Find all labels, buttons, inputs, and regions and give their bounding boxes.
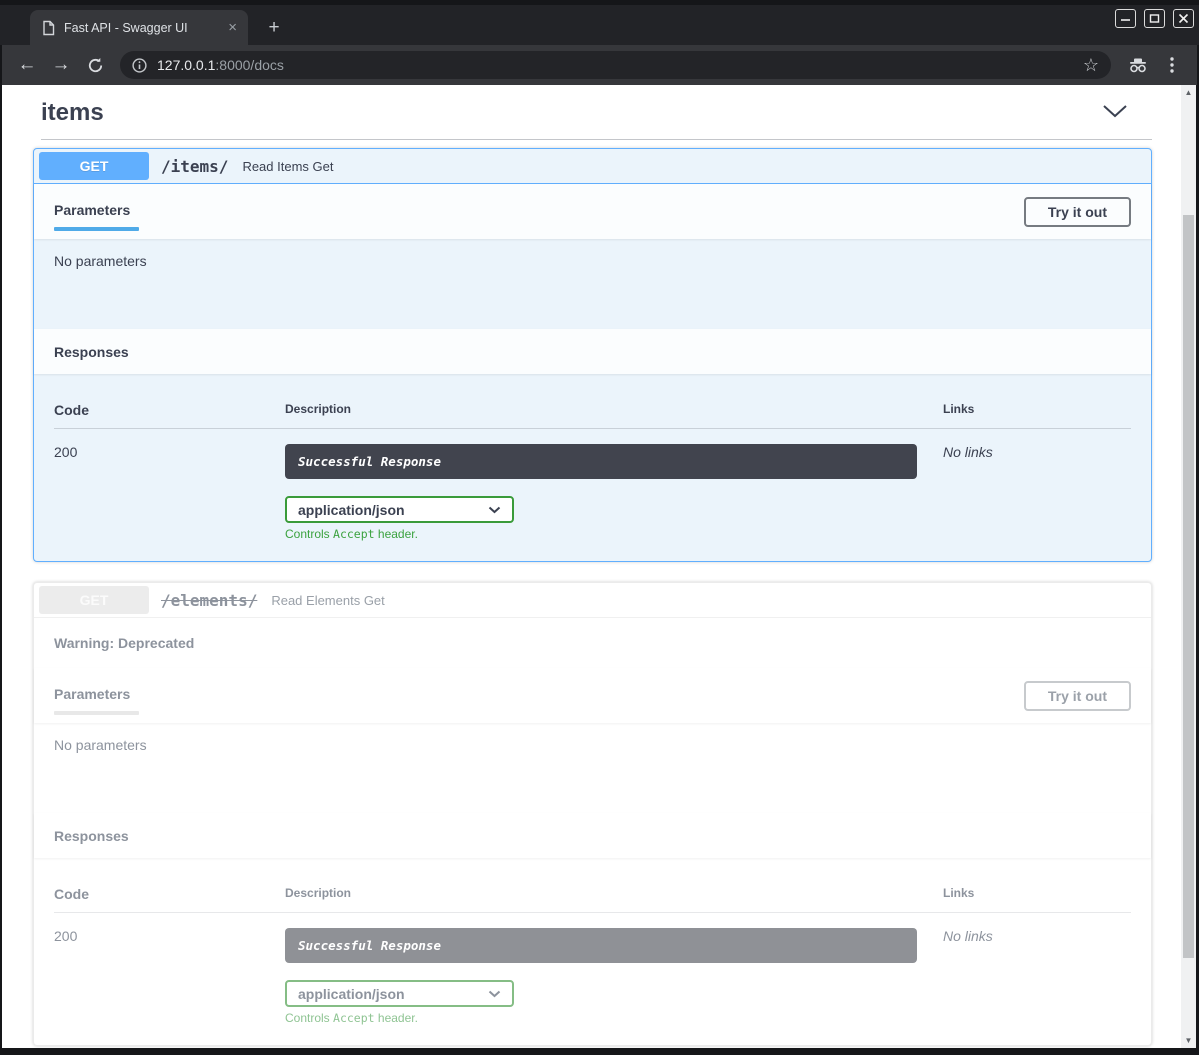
parameters-body: No parameters — [34, 723, 1151, 813]
active-tab-underline — [54, 711, 139, 715]
operation-summary[interactable]: GET /items/ Read Items Get — [34, 149, 1151, 184]
select-chevron-icon — [488, 506, 501, 514]
tab-close-icon[interactable]: × — [225, 20, 240, 35]
opblock-get-elements-deprecated: GET /elements/ Read Elements Get Warning… — [33, 582, 1152, 1046]
response-row-200: 200 Successful Response application/json… — [54, 429, 1131, 541]
response-description-box: Successful Response — [285, 928, 917, 963]
column-header-links: Links — [943, 886, 1131, 902]
window-controls — [1115, 9, 1194, 28]
response-links: No links — [943, 928, 1131, 1025]
operation-summary-text: Read Elements Get — [271, 593, 384, 608]
back-icon[interactable]: ← — [10, 50, 44, 80]
url-path: :8000/docs — [215, 57, 284, 73]
close-button[interactable] — [1173, 9, 1194, 28]
controls-accept-code: Accept — [333, 527, 375, 541]
response-description-cell: Successful Response application/json Con… — [285, 928, 943, 1025]
media-type-select[interactable]: application/json — [285, 496, 514, 523]
column-header-code: Code — [54, 886, 285, 902]
parameters-header: Parameters Try it out — [34, 184, 1151, 239]
chevron-down-icon[interactable] — [1102, 104, 1128, 123]
operation-path: /items/ — [161, 157, 228, 176]
column-header-links: Links — [943, 402, 1131, 418]
operation-summary-text: Read Items Get — [242, 159, 333, 174]
responses-label: Responses — [54, 828, 129, 844]
forward-icon[interactable]: → — [44, 50, 78, 80]
operation-path: /elements/ — [161, 591, 257, 610]
parameters-body: No parameters — [34, 239, 1151, 329]
controls-accept-note: Controls Accept header. — [285, 1011, 943, 1025]
opblock-get-items: GET /items/ Read Items Get Parameters Tr… — [33, 148, 1152, 562]
parameters-header: Parameters Try it out — [34, 668, 1151, 723]
column-header-description: Description — [285, 886, 943, 902]
controls-prefix: Controls — [285, 527, 333, 541]
controls-suffix: header. — [375, 527, 418, 541]
method-badge[interactable]: GET — [39, 586, 149, 614]
response-links: No links — [943, 444, 1131, 541]
response-row-200: 200 Successful Response application/json… — [54, 913, 1131, 1025]
responses-table-header: Code Description Links — [54, 402, 1131, 429]
swagger-ui: items GET /items/ Read Items Get Paramet… — [2, 85, 1181, 1048]
browser-titlebar: Fast API - Swagger UI × + — [0, 0, 1199, 45]
response-description-text: Successful Response — [298, 454, 441, 469]
scrollbar-thumb[interactable] — [1183, 215, 1194, 958]
no-parameters-text: No parameters — [54, 737, 147, 753]
response-description-cell: Successful Response application/json Con… — [285, 444, 943, 541]
responses-header: Responses — [34, 329, 1151, 374]
controls-accept-code: Accept — [333, 1011, 375, 1025]
tag-section-header[interactable]: items — [41, 93, 1152, 140]
method-badge[interactable]: GET — [39, 152, 149, 180]
responses-label: Responses — [54, 344, 129, 360]
page-icon — [42, 20, 55, 36]
responses-table: Code Description Links 200 Successful Re… — [34, 374, 1151, 561]
responses-header: Responses — [34, 813, 1151, 858]
scroll-up-icon[interactable]: ▲ — [1181, 88, 1196, 97]
bookmark-star-icon[interactable]: ☆ — [1081, 56, 1101, 74]
deprecated-warning: Warning: Deprecated — [34, 618, 1151, 668]
response-description-box: Successful Response — [285, 444, 917, 479]
site-info-icon[interactable] — [132, 58, 147, 73]
address-bar[interactable]: 127.0.0.1:8000/docs ☆ — [120, 51, 1111, 79]
tab-parameters[interactable]: Parameters — [54, 686, 139, 715]
responses-table: Code Description Links 200 Successful Re… — [34, 858, 1151, 1045]
operation-summary[interactable]: GET /elements/ Read Elements Get — [34, 583, 1151, 618]
try-it-out-button[interactable]: Try it out — [1024, 197, 1131, 227]
select-chevron-icon — [488, 990, 501, 998]
parameters-label: Parameters — [54, 686, 139, 702]
minimize-button[interactable] — [1115, 9, 1136, 28]
media-type-select[interactable]: application/json — [285, 980, 514, 1007]
active-tab-underline — [54, 227, 139, 231]
tab-title: Fast API - Swagger UI — [64, 21, 225, 35]
controls-prefix: Controls — [285, 1011, 333, 1025]
browser-toolbar: ← → 127.0.0.1:8000/docs ☆ — [2, 45, 1197, 85]
page-content: items GET /items/ Read Items Get Paramet… — [2, 85, 1196, 1048]
media-type-value: application/json — [298, 986, 405, 1002]
url-host: 127.0.0.1 — [157, 57, 215, 73]
try-it-out-button[interactable]: Try it out — [1024, 681, 1131, 711]
reload-icon[interactable] — [78, 50, 112, 80]
tab-parameters[interactable]: Parameters — [54, 202, 139, 231]
column-header-code: Code — [54, 402, 285, 418]
tag-title: items — [41, 99, 104, 127]
controls-suffix: header. — [375, 1011, 418, 1025]
page-scrollbar[interactable]: ▲ ▼ — [1181, 85, 1196, 1048]
parameters-label: Parameters — [54, 202, 139, 218]
url-text: 127.0.0.1:8000/docs — [157, 57, 1081, 73]
browser-tab[interactable]: Fast API - Swagger UI × — [30, 10, 248, 45]
responses-table-header: Code Description Links — [54, 886, 1131, 913]
incognito-icon — [1121, 50, 1155, 80]
no-parameters-text: No parameters — [54, 253, 147, 269]
response-code: 200 — [54, 444, 285, 541]
response-code: 200 — [54, 928, 285, 1025]
new-tab-button[interactable]: + — [262, 17, 286, 41]
column-header-description: Description — [285, 402, 943, 418]
response-description-text: Successful Response — [298, 938, 441, 953]
media-type-value: application/json — [298, 502, 405, 518]
maximize-button[interactable] — [1144, 9, 1165, 28]
controls-accept-note: Controls Accept header. — [285, 527, 943, 541]
menu-kebab-icon[interactable] — [1155, 50, 1189, 80]
scroll-down-icon[interactable]: ▼ — [1181, 1036, 1196, 1045]
